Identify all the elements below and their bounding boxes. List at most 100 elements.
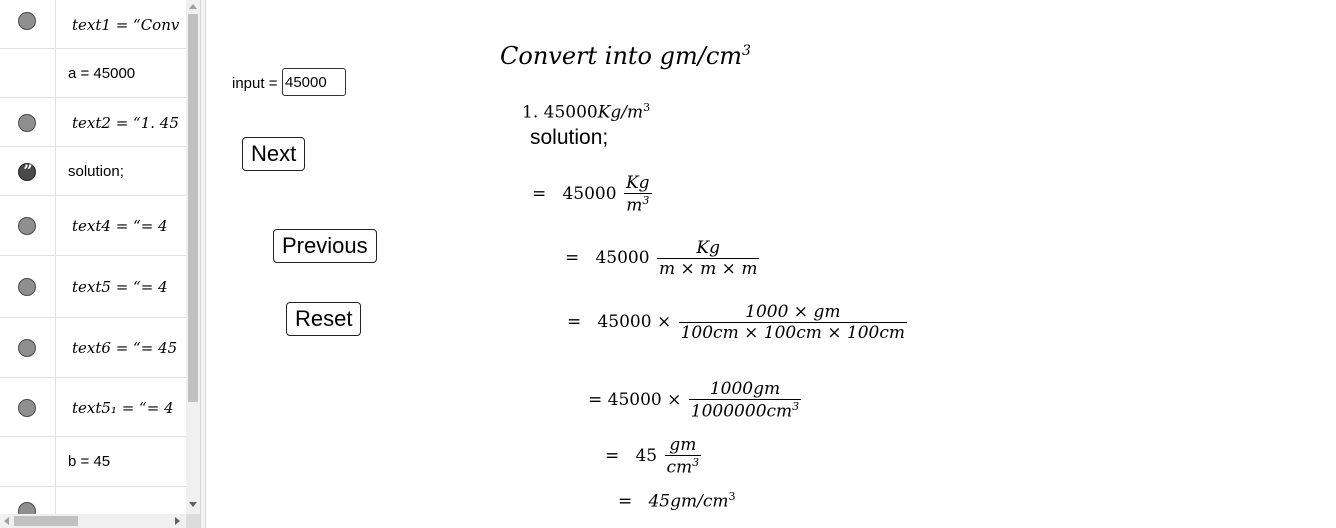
step-3-denominator: 100cm × 100cm × 100cm [680, 323, 905, 343]
step-2-value: 45000 [595, 248, 650, 268]
algebra-definition[interactable]: text5 = “= 4 [72, 278, 186, 296]
title-exponent: 3 [742, 43, 751, 59]
step-3-equals: = [567, 312, 587, 332]
algebra-view: text1 = “Conv a = 45000 text2 = “1. 45 solu… [0, 0, 186, 514]
scroll-up-icon[interactable] [189, 4, 197, 9]
step-2-numerator: Kg [656, 238, 760, 259]
solution-label: solution; [530, 126, 609, 149]
visibility-toggle-icon[interactable] [18, 217, 36, 235]
problem-unit: Kg/m [597, 102, 644, 123]
algebra-marker-cell [0, 437, 56, 486]
algebra-definition[interactable]: text6 = “= 45 [72, 339, 186, 357]
algebra-definition[interactable]: text5₁ = “= 4 [72, 399, 186, 417]
scroll-down-icon[interactable] [189, 502, 197, 507]
step-5-den-base: cm [666, 457, 693, 478]
algebra-definition[interactable]: text1 = “Conv [72, 16, 186, 34]
step-6-exponent: 3 [728, 490, 736, 503]
step-1-denominator: m3 [624, 194, 652, 216]
step-1: = 45000 Kg m3 [532, 173, 654, 216]
visibility-toggle-icon[interactable] [18, 12, 36, 30]
step-4: = 45000 × 1000gm 1000000cm3 [588, 379, 803, 422]
algebra-row[interactable]: text6 = “= 45 [0, 318, 186, 378]
input-field[interactable] [282, 68, 346, 96]
algebra-row[interactable]: text2 = “1. 45 [0, 98, 186, 147]
quote-visibility-icon[interactable] [18, 161, 36, 181]
step-1-fraction: Kg m3 [623, 173, 652, 216]
problem-statement: 1. 45000Kg/m3 [522, 101, 650, 123]
step-5-value: 45 [635, 445, 658, 466]
algebra-marker-cell [0, 318, 56, 377]
algebra-marker-cell [0, 49, 56, 97]
page-title: Convert into gm/cm3 [500, 42, 751, 70]
step-3: = 45000 × 1000 × gm 100cm × 100cm × 100c… [567, 302, 909, 343]
step-4-den-base: 1000000cm [690, 401, 793, 422]
next-button[interactable]: Next [242, 137, 306, 171]
step-5-den-exponent: 3 [692, 456, 700, 469]
algebra-marker-cell [0, 378, 56, 436]
visibility-toggle-icon[interactable] [18, 502, 36, 514]
step-1-den-exponent: 3 [642, 194, 650, 207]
algebra-row[interactable]: a = 45000 [0, 49, 186, 98]
step-3-fraction: 1000 × gm 100cm × 100cm × 100cm [678, 302, 907, 343]
algebra-row[interactable]: solution; [0, 147, 186, 196]
algebra-row[interactable]: text5₁ = “= 4 [0, 378, 186, 437]
step-2: = 45000 Kg m × m × m [565, 238, 761, 279]
visibility-toggle-icon[interactable] [18, 278, 36, 296]
algebra-marker-cell [0, 487, 56, 514]
graphics-view: input = Next Previous Reset Convert into… [206, 0, 1336, 528]
reset-button[interactable]: Reset [286, 302, 362, 336]
algebra-row[interactable] [0, 487, 186, 514]
step-2-denominator: m × m × m [658, 259, 758, 279]
step-4-fraction: 1000gm 1000000cm3 [688, 379, 802, 422]
step-5: = 45 gm cm3 [605, 435, 703, 478]
scroll-left-icon[interactable] [4, 517, 9, 525]
algebra-marker-cell [0, 0, 56, 48]
previous-button[interactable]: Previous [273, 229, 377, 263]
title-text: Convert into gm/cm [500, 42, 743, 70]
visibility-toggle-icon[interactable] [18, 113, 36, 132]
step-3-value: 45000 × [597, 312, 672, 332]
step-2-equals: = [565, 248, 585, 268]
algebra-marker-cell [0, 196, 56, 255]
vertical-scrollbar[interactable] [186, 0, 200, 514]
step-6-value: 45gm/cm [648, 491, 729, 512]
step-4-equals: = [588, 389, 608, 410]
step-1-value: 45000 [562, 183, 617, 204]
algebra-row[interactable]: text5 = “= 4 [0, 256, 186, 318]
input-label: input = [232, 75, 278, 92]
scrollbar-thumb[interactable] [188, 14, 198, 402]
horizontal-scrollbar[interactable] [0, 514, 186, 528]
visibility-toggle-icon[interactable] [18, 398, 36, 417]
step-3-numerator: 1000 × gm [678, 302, 907, 323]
scrollbar-thumb-horizontal[interactable] [14, 516, 78, 526]
algebra-definition[interactable]: text2 = “1. 45 [72, 114, 186, 132]
step-6: = 45gm/cm3 [618, 490, 735, 512]
step-5-fraction: gm cm3 [664, 435, 702, 478]
step-4-numerator: 1000gm [688, 379, 802, 400]
algebra-definition[interactable]: a = 45000 [68, 65, 186, 82]
problem-number: 1. [522, 102, 544, 123]
algebra-marker-cell [0, 256, 56, 317]
algebra-marker-cell [0, 98, 56, 146]
step-5-equals: = [605, 445, 625, 466]
scrollbar-corner [186, 514, 200, 528]
algebra-row[interactable]: b = 45 [0, 437, 186, 487]
algebra-row[interactable]: text4 = “= 4 [0, 196, 186, 256]
algebra-definition[interactable]: text4 = “= 4 [72, 217, 186, 235]
step-5-denominator: cm3 [665, 456, 702, 478]
step-4-den-exponent: 3 [792, 400, 800, 413]
step-5-numerator: gm [664, 435, 702, 456]
step-4-value: 45000 × [607, 389, 682, 410]
algebra-definition[interactable]: b = 45 [68, 453, 186, 470]
visibility-toggle-icon[interactable] [18, 339, 36, 357]
step-1-den-base: m [626, 195, 643, 216]
algebra-row[interactable]: text1 = “Conv [0, 0, 186, 49]
step-1-equals: = [532, 183, 552, 204]
algebra-definition[interactable]: solution; [68, 163, 186, 180]
step-6-equals: = [618, 491, 638, 512]
step-2-fraction: Kg m × m × m [656, 238, 760, 279]
scroll-right-icon[interactable] [175, 517, 180, 525]
algebra-marker-cell [0, 147, 56, 195]
problem-exponent: 3 [643, 101, 651, 114]
step-4-denominator: 1000000cm3 [689, 400, 801, 422]
